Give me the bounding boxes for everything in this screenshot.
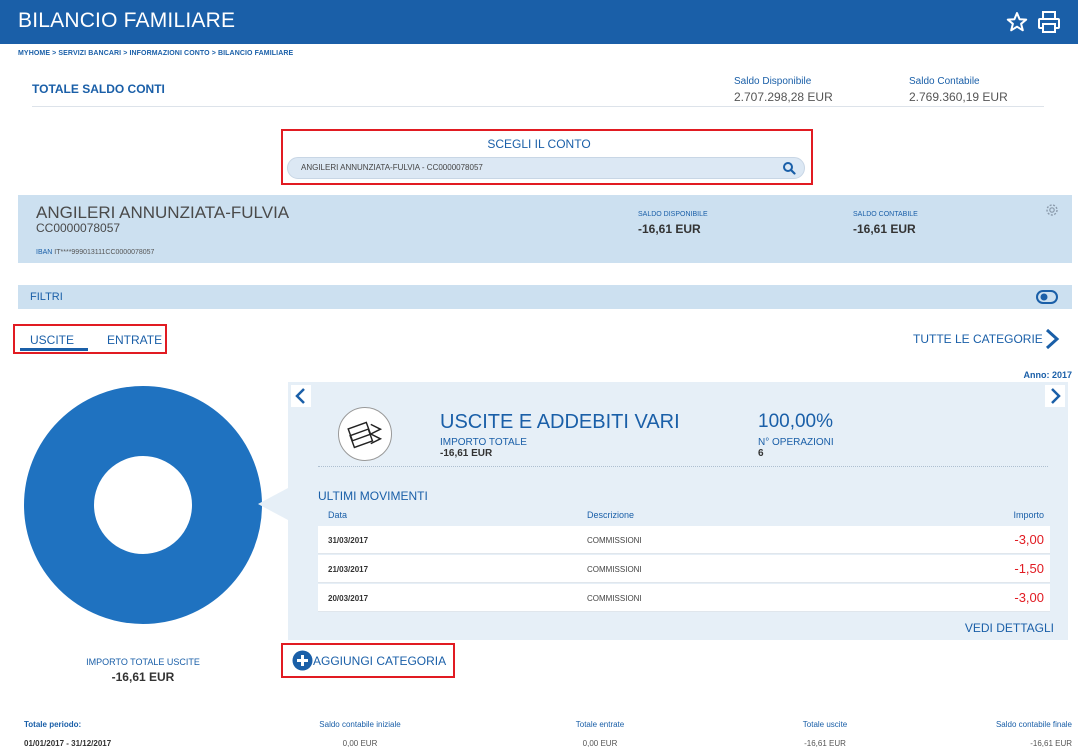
chevron-left-icon[interactable] xyxy=(291,385,311,407)
row-description: COMMISSIONI xyxy=(587,536,642,545)
header-bar: BILANCIO FAMILIARE xyxy=(0,0,1078,44)
account-search-input[interactable]: ANGILERI ANNUNZIATA-FULVIA - CC000007805… xyxy=(287,157,805,179)
filtri-label: FILTRI xyxy=(30,291,63,303)
row-description: COMMISSIONI xyxy=(587,594,642,603)
totale-saldo-title: TOTALE SALDO CONTI xyxy=(32,82,165,96)
account-contabile-value: -16,61 EUR xyxy=(853,222,916,236)
toggle-icon[interactable] xyxy=(1036,290,1058,304)
chevron-right-icon[interactable] xyxy=(1043,327,1061,351)
totale-uscite-value: -16,61 EUR xyxy=(804,739,846,748)
category-icon xyxy=(338,407,392,461)
importo-totale-label: IMPORTO TOTALE xyxy=(440,437,527,448)
account-code: CC0000078057 xyxy=(36,221,121,235)
active-tab-indicator xyxy=(20,348,88,351)
operazioni-label: N° OPERAZIONI xyxy=(758,437,834,448)
row-description: COMMISSIONI xyxy=(587,565,642,574)
importo-totale-uscite-label: IMPORTO TOTALE USCITE xyxy=(86,657,200,667)
aggiungi-categoria-label: AGGIUNGI CATEGORIA xyxy=(313,654,447,668)
row-date: 31/03/2017 xyxy=(328,536,369,545)
row-date: 20/03/2017 xyxy=(328,594,369,603)
tab-uscite[interactable]: USCITE xyxy=(30,333,74,347)
divider xyxy=(32,106,1044,107)
uscite-donut-chart[interactable] xyxy=(24,386,262,624)
saldo-contabile-value: 2.769.360,19 EUR xyxy=(909,90,1008,104)
ultimi-movimenti-title: ULTIMI MOVIMENTI xyxy=(318,489,428,503)
donut-segment xyxy=(24,386,262,624)
search-icon[interactable] xyxy=(782,161,796,175)
saldo-contabile-label: Saldo Contabile xyxy=(909,76,980,87)
col-header-importo: Importo xyxy=(1013,510,1044,520)
account-card: ANGILERI ANNUNZIATA-FULVIA CC0000078057 … xyxy=(18,195,1072,263)
account-contabile-label: SALDO CONTABILE xyxy=(853,211,918,218)
scegli-conto-label: SCEGLI IL CONTO xyxy=(487,137,591,151)
saldo-disponibile-label: Saldo Disponibile xyxy=(734,76,812,87)
importo-totale-uscite-value: -16,61 EUR xyxy=(111,670,175,684)
totale-entrate-value: 0,00 EUR xyxy=(582,739,618,748)
periodo-value: 01/01/2017 - 31/12/2017 xyxy=(24,739,112,748)
page-title: BILANCIO FAMILIARE xyxy=(18,9,236,32)
saldo-disponibile-value: 2.707.298,28 EUR xyxy=(734,90,833,104)
saldo-iniziale-label: Saldo contabile iniziale xyxy=(319,720,401,729)
panel-pointer xyxy=(258,488,288,520)
row-amount: -1,50 xyxy=(1014,561,1044,576)
chevron-right-icon[interactable] xyxy=(1045,385,1065,407)
divider xyxy=(318,466,1048,467)
category-percent: 100,00% xyxy=(758,411,834,432)
account-disponibile-label: SALDO DISPONIBILE xyxy=(638,211,708,218)
account-name: ANGILERI ANNUNZIATA-FULVIA xyxy=(36,203,290,222)
account-search-value: ANGILERI ANNUNZIATA-FULVIA - CC000007805… xyxy=(301,163,483,172)
star-icon[interactable] xyxy=(1005,10,1029,34)
saldo-iniziale-value: 0,00 EUR xyxy=(342,739,378,748)
tutte-categorie-link[interactable]: TUTTE LE CATEGORIE xyxy=(913,332,1043,346)
gear-icon[interactable] xyxy=(1044,202,1060,218)
category-title: USCITE E ADDEBITI VARI xyxy=(440,411,680,433)
totale-entrate-label: Totale entrate xyxy=(575,720,625,729)
account-disponibile-value: -16,61 EUR xyxy=(638,222,701,236)
row-amount: -3,00 xyxy=(1014,532,1044,547)
filtri-bar[interactable]: FILTRI xyxy=(18,285,1072,309)
category-detail-panel: USCITE E ADDEBITI VARI IMPORTO TOTALE -1… xyxy=(288,382,1068,640)
saldo-finale-label: Saldo contabile finale xyxy=(995,720,1072,729)
account-iban: IBAN IT****999013111CC0000078057 xyxy=(36,249,154,256)
plus-circle-icon xyxy=(292,650,313,671)
table-row[interactable]: 31/03/2017 COMMISSIONI -3,00 xyxy=(318,526,1050,554)
row-date: 21/03/2017 xyxy=(328,565,369,574)
vedi-dettagli-link[interactable]: VEDI DETTAGLI xyxy=(965,621,1054,635)
col-header-data: Data xyxy=(328,510,348,520)
iban-label: IBAN xyxy=(36,249,53,256)
operazioni-value: 6 xyxy=(758,448,764,459)
table-row[interactable]: 21/03/2017 COMMISSIONI -1,50 xyxy=(318,555,1050,583)
table-row[interactable]: 20/03/2017 COMMISSIONI -3,00 xyxy=(318,584,1050,612)
row-amount: -3,00 xyxy=(1014,590,1044,605)
breadcrumb[interactable]: MYHOME > SERVIZI BANCARI > INFORMAZIONI … xyxy=(18,50,293,57)
print-icon[interactable] xyxy=(1037,10,1061,34)
importo-totale-value: -16,61 EUR xyxy=(440,448,493,459)
saldo-finale-value: -16,61 EUR xyxy=(1030,739,1072,748)
iban-value: IT****999013111CC0000078057 xyxy=(54,249,155,256)
col-header-descrizione: Descrizione xyxy=(587,510,635,520)
totale-uscite-label: Totale uscite xyxy=(802,720,848,729)
tab-entrate[interactable]: ENTRATE xyxy=(107,333,162,347)
totale-periodo-label: Totale periodo: xyxy=(24,720,82,729)
anno-label: Anno: 2017 xyxy=(1023,370,1072,380)
